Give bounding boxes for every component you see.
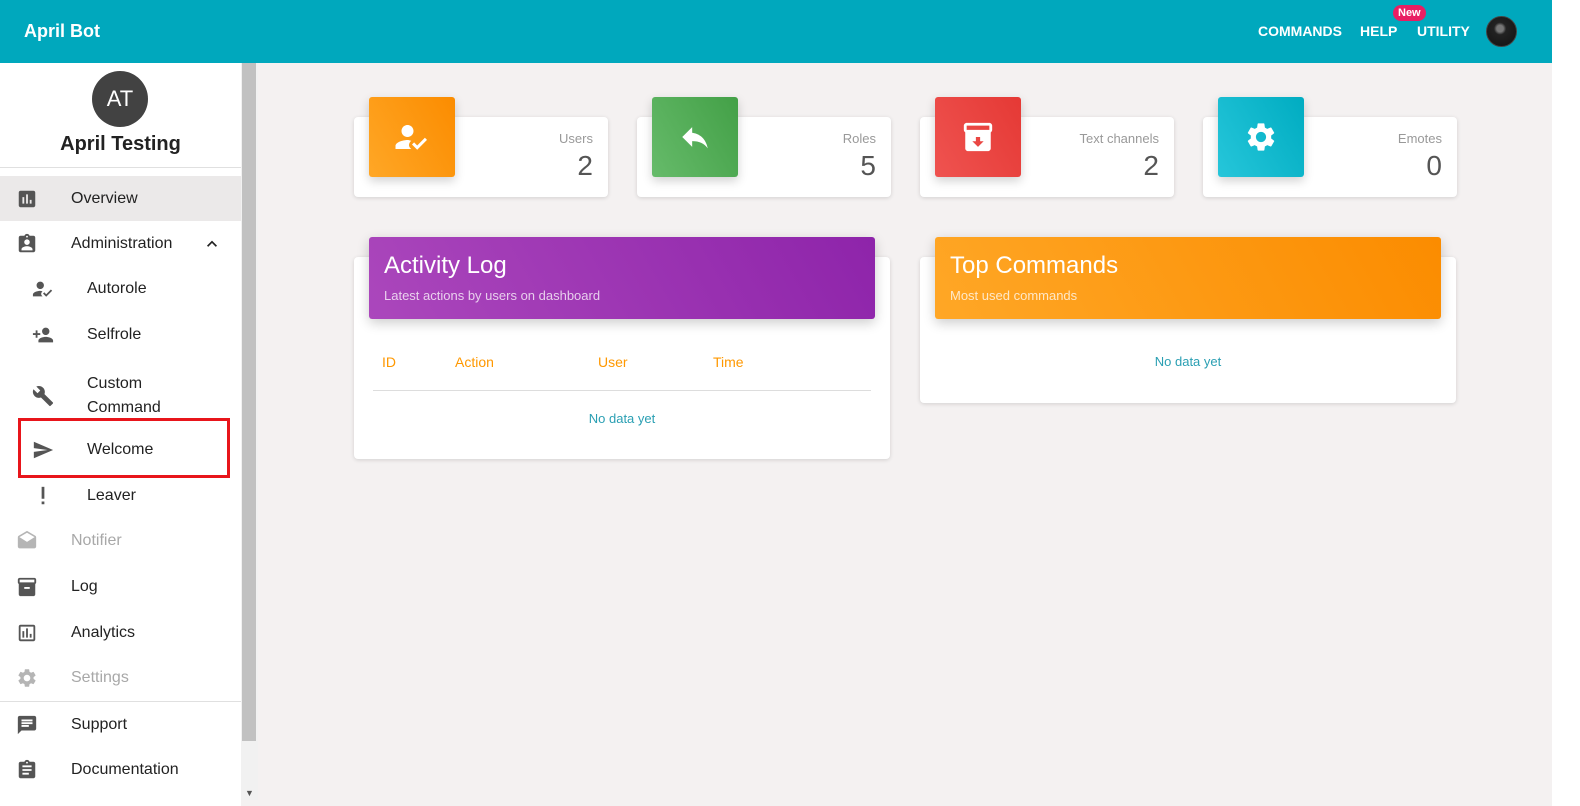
sidebar-item-label: Leaver [87,486,136,504]
sidebar-item-label: Autorole [87,279,147,297]
sidebar-item-label: Overview [71,189,138,207]
sidebar-scrollbar-thumb[interactable] [242,63,256,741]
message-icon [17,715,37,735]
activity-log-title: Activity Log [384,252,507,279]
envelope-open-icon [17,530,37,549]
stat-label: Roles [842,131,876,146]
sidebar-item-label: Selfrole [87,325,142,343]
poll-icon [18,624,36,642]
archive-icon [17,577,37,597]
gear-icon [1247,123,1275,151]
sidebar-item-settings[interactable]: Settings [0,655,241,700]
activity-log-subtitle: Latest actions by users on dashboard [384,288,601,303]
top-app-bar: April Bot COMMANDS HELP New UTILITY [0,0,1552,63]
sidebar-item-custom-command[interactable]: Custom Command [0,368,241,424]
stat-label: Text channels [1079,131,1160,146]
page-scrollbar[interactable] [1552,0,1580,806]
stat-value: 2 [1143,150,1159,181]
sidebar-scrollbar[interactable]: ▼ [241,63,258,800]
sidebar-item-label: Custom Command [87,375,161,416]
stat-card-emotes: Emotes 0 [1203,97,1457,197]
stat-icon-box [369,97,455,177]
sidebar-item-label: Log [71,577,98,595]
chevron-up-icon[interactable] [202,234,222,254]
column-header-id[interactable]: ID [382,354,396,370]
sidebar-item-overview[interactable]: Overview [0,176,241,221]
activity-log-panel: Activity Log Latest actions by users on … [354,237,890,459]
sidebar-item-selfrole[interactable]: Selfrole [0,312,241,357]
gear-icon [18,669,36,687]
stat-card-roles: Roles 5 [637,97,891,197]
table-divider [373,390,871,391]
sidebar: AT April Testing Overview Administration… [0,63,241,806]
send-icon [33,441,54,459]
sidebar-item-autorole[interactable]: Autorole [0,266,241,311]
reply-icon [682,127,708,149]
sidebar-item-label: Welcome [87,440,154,458]
top-commands-panel: Top Commands Most used commands No data … [920,237,1456,403]
nav-commands-link[interactable]: COMMANDS [1258,23,1342,39]
top-commands-empty-message: No data yet [1154,354,1222,369]
top-commands-subtitle: Most used commands [950,288,1078,303]
sidebar-item-log[interactable]: Log [0,564,241,609]
new-badge: New [1393,5,1426,21]
stat-card-text-channels: Text channels 2 [920,97,1174,197]
sidebar-item-documentation[interactable]: Documentation [0,747,241,792]
workspace-avatar: AT [92,71,148,127]
user-avatar[interactable] [1486,16,1517,47]
sidebar-item-welcome[interactable]: Welcome [0,427,241,472]
sidebar-item-support[interactable]: Support [0,702,241,747]
exclamation-icon [41,486,45,505]
sidebar-item-label: Notifier [71,531,122,549]
bar-chart-icon [18,190,36,208]
clipboard-text-icon [18,759,36,779]
app-title[interactable]: April Bot [24,21,100,42]
top-commands-title: Top Commands [950,252,1119,279]
clipboard-account-icon [18,233,36,253]
account-plus-icon [32,327,54,343]
scroll-down-arrow-icon[interactable]: ▼ [245,788,254,798]
stat-value: 5 [860,150,876,181]
stat-value: 2 [577,150,593,181]
stat-label: Emotes [1397,131,1442,146]
wrench-icon [32,386,54,407]
workspace-name: April Testing [60,133,181,155]
account-check-icon [395,125,427,150]
sidebar-item-notifier[interactable]: Notifier [0,518,241,563]
activity-log-empty-message: No data yet [588,411,656,426]
sidebar-item-leaver[interactable]: Leaver [0,473,241,518]
nav-help-link[interactable]: HELP [1360,23,1397,39]
sidebar-item-administration[interactable]: Administration [0,221,241,266]
column-header-user[interactable]: User [598,354,628,370]
column-header-action[interactable]: Action [455,354,494,370]
activity-log-header: Activity Log Latest actions by users on … [369,237,875,319]
nav-utility-link[interactable]: UTILITY [1417,23,1470,39]
sidebar-item-analytics[interactable]: Analytics [0,610,241,655]
stat-card-users: Users 2 [354,97,608,197]
sidebar-item-label: Administration [71,234,173,252]
top-commands-header: Top Commands Most used commands [935,237,1441,319]
stat-icon-box [1218,97,1304,177]
stat-label: Users [559,131,593,146]
sidebar-divider [0,167,241,168]
stat-icon-box [652,97,738,177]
archive-icon [963,122,993,152]
sidebar-item-label: Documentation [71,760,179,778]
column-header-time[interactable]: Time [713,354,744,370]
sidebar-item-label: Analytics [71,623,136,641]
sidebar-item-label: Support [71,715,128,733]
stat-value: 0 [1426,150,1442,181]
account-check-icon [32,281,53,297]
sidebar-item-label: Settings [71,668,129,686]
stat-icon-box [935,97,1021,177]
